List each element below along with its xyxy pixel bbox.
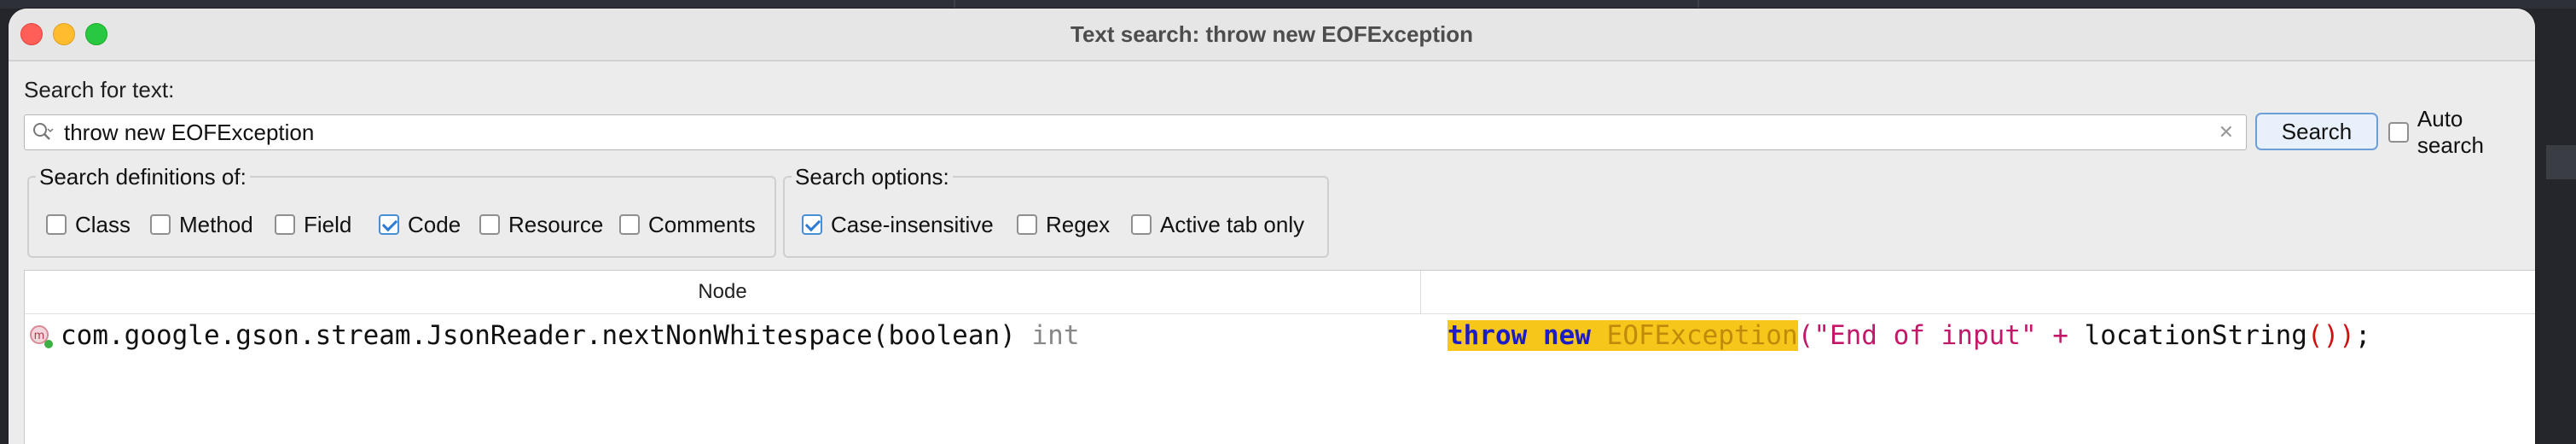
checkbox-active-tab-only[interactable]: Active tab only [1131, 212, 1304, 237]
checkbox-label: Active tab only [1160, 211, 1305, 237]
checkbox-label: Resource [508, 211, 604, 237]
checkbox-label: Class [75, 211, 131, 237]
method-icon: m [30, 325, 53, 348]
code-class-name: EOFException [1606, 320, 1798, 351]
checkbox-field[interactable]: Field [275, 212, 351, 237]
checkbox-box[interactable] [46, 214, 67, 235]
code-keyword-new: new [1543, 320, 1591, 351]
search-button[interactable]: Search [2255, 113, 2378, 150]
checkbox-box[interactable] [150, 214, 171, 235]
checkbox-box-checked[interactable] [379, 214, 399, 235]
result-code: throw new EOFException("End of input" + … [1448, 315, 2371, 356]
search-input-value[interactable]: throw new EOFException [64, 115, 314, 149]
search-label: Search for text: [24, 77, 175, 102]
node-signature: com.google.gson.stream.JsonReader.nextNo… [61, 320, 1016, 351]
table-row[interactable]: m com.google.gson.stream.JsonReader.next… [25, 315, 2535, 356]
auto-search-checkbox[interactable]: Auto search [2388, 106, 2535, 158]
checkbox-method[interactable]: Method [150, 212, 253, 237]
code-space [1591, 320, 1607, 351]
search-input[interactable]: throw new EOFException ✕ [24, 114, 2247, 150]
auto-search-label: Auto search [2416, 106, 2484, 158]
checkbox-class[interactable]: Class [46, 212, 131, 237]
checkbox-label: Case-insensitive [831, 211, 994, 237]
title-bar[interactable]: Text search: throw new EOFException [9, 9, 2535, 61]
checkbox-box-checked[interactable] [802, 214, 822, 235]
code-close-paren: ) [2339, 320, 2355, 351]
background-window-edge [2546, 145, 2576, 179]
checkbox-box[interactable] [479, 214, 500, 235]
code-open-paren: ( [1797, 320, 1814, 351]
checkbox-box[interactable] [619, 214, 640, 235]
search-options-group: Search options: Case-insensitive Regex A… [783, 163, 1329, 258]
svg-text:m: m [34, 330, 45, 342]
result-node: com.google.gson.stream.JsonReader.nextNo… [61, 315, 1080, 356]
checkbox-regex[interactable]: Regex [1017, 212, 1110, 237]
checkbox-box[interactable] [275, 214, 295, 235]
checkbox-label: Field [304, 211, 352, 237]
code-call: locationString [2084, 320, 2307, 351]
column-header-node[interactable]: Node [25, 271, 1421, 313]
checkbox-label: Comments [648, 211, 756, 237]
search-icon[interactable] [32, 121, 54, 143]
checkbox-box[interactable] [1017, 214, 1037, 235]
checkbox-box[interactable] [2388, 122, 2409, 143]
search-definitions-group: Search definitions of: Class Method Fiel… [27, 163, 776, 258]
checkbox-label: Code [408, 211, 461, 237]
background-window-strip [0, 0, 2576, 9]
checkbox-case-insensitive[interactable]: Case-insensitive [802, 212, 994, 237]
definitions-legend: Search definitions of: [36, 163, 250, 190]
clear-icon[interactable]: ✕ [2219, 123, 2234, 142]
background-divider [954, 0, 955, 9]
checkbox-box[interactable] [1131, 214, 1152, 235]
code-string: "End of input" [1813, 320, 2037, 351]
code-keyword-throw: throw [1448, 320, 1528, 351]
code-call-parens: () [2306, 320, 2340, 351]
checkbox-label: Method [179, 211, 253, 237]
checkbox-resource[interactable]: Resource [479, 212, 603, 237]
node-return-type: int [1031, 320, 1080, 351]
results-header: Node [25, 271, 2535, 314]
checkbox-code[interactable]: Code [379, 212, 461, 237]
window-title: Text search: throw new EOFException [1070, 21, 1473, 47]
results-table[interactable]: Node m com.google.gson.stream.JsonReader… [24, 270, 2535, 444]
background-divider [1697, 0, 1699, 9]
checkbox-label: Regex [1046, 211, 1111, 237]
checkbox-comments[interactable]: Comments [619, 212, 756, 237]
code-space [1527, 320, 1543, 351]
text-search-dialog: Text search: throw new EOFException Sear… [9, 9, 2535, 444]
code-operator: + [2052, 320, 2068, 351]
options-legend: Search options: [792, 163, 953, 190]
code-semicolon: ; [2354, 320, 2371, 351]
